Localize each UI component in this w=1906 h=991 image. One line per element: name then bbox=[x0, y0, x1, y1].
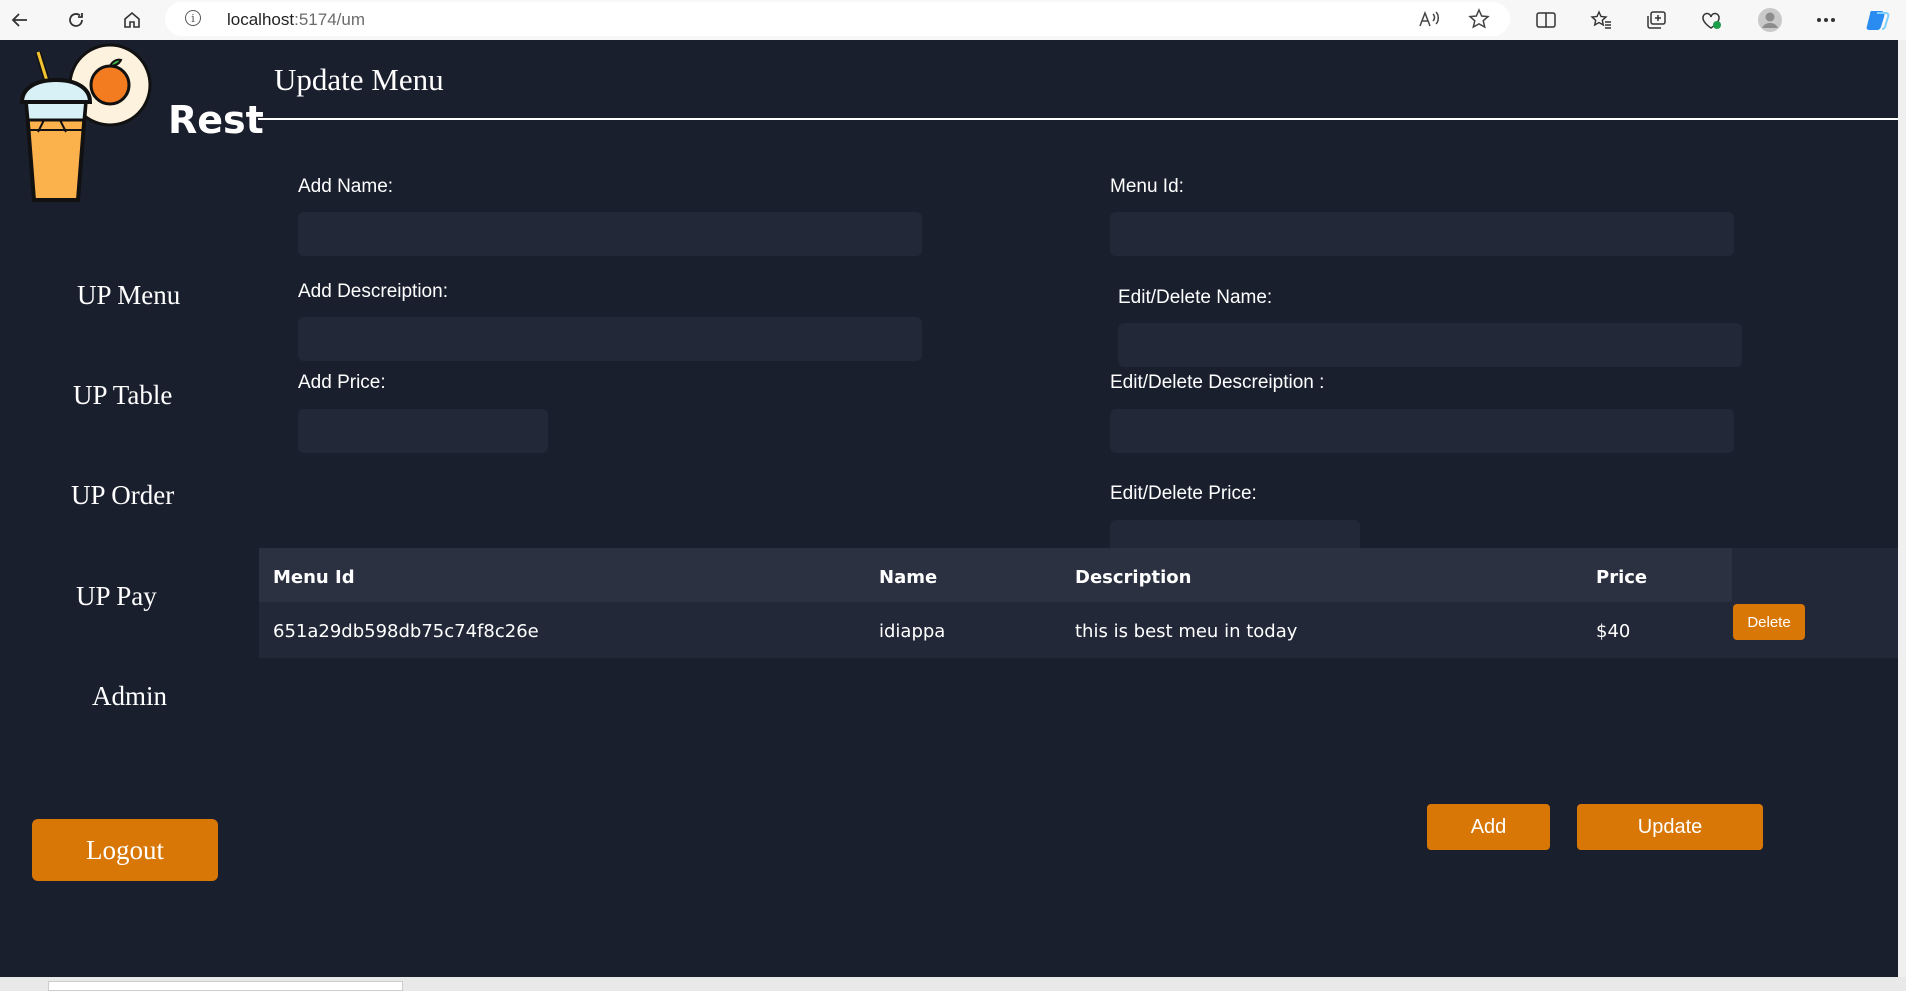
page-title: Update Menu bbox=[274, 62, 444, 97]
add-name-label: Add Name: bbox=[298, 176, 394, 197]
collections-icon[interactable] bbox=[1642, 6, 1670, 34]
browser-essentials-icon[interactable] bbox=[1697, 6, 1725, 34]
add-button[interactable]: Add bbox=[1427, 804, 1550, 850]
logout-button[interactable]: Logout bbox=[32, 819, 218, 881]
split-screen-icon[interactable] bbox=[1532, 6, 1560, 34]
back-icon[interactable] bbox=[6, 6, 34, 34]
column-header-menu-id: Menu Id bbox=[273, 567, 355, 588]
column-header-price: Price bbox=[1596, 567, 1648, 588]
add-price-input[interactable] bbox=[298, 409, 548, 453]
add-description-label: Add Descreiption: bbox=[298, 281, 448, 302]
more-options-icon[interactable] bbox=[1812, 6, 1840, 34]
favorites-icon[interactable] bbox=[1587, 6, 1615, 34]
update-button[interactable]: Update bbox=[1577, 804, 1763, 850]
refresh-icon[interactable] bbox=[62, 6, 90, 34]
vertical-scrollbar[interactable] bbox=[1898, 40, 1906, 977]
horizontal-scrollbar-thumb[interactable] bbox=[48, 981, 403, 991]
title-divider bbox=[258, 118, 1898, 120]
table-header bbox=[259, 548, 1732, 602]
cell-menu-id: 651a29db598db75c74f8c26e bbox=[273, 621, 539, 642]
brand-name: Rest bbox=[168, 98, 264, 142]
info-icon[interactable]: i bbox=[185, 10, 201, 26]
read-aloud-icon[interactable] bbox=[1415, 5, 1443, 33]
copilot-icon[interactable] bbox=[1864, 6, 1892, 34]
home-icon[interactable] bbox=[118, 6, 146, 34]
menu-id-input[interactable] bbox=[1110, 212, 1734, 256]
column-header-name: Name bbox=[879, 567, 938, 588]
edit-description-input[interactable] bbox=[1110, 409, 1734, 453]
sidebar-item-admin[interactable]: Admin bbox=[92, 681, 167, 712]
cell-name: idiappa bbox=[879, 621, 946, 642]
edit-description-label: Edit/Delete Descreiption : bbox=[1110, 372, 1325, 393]
column-header-description: Description bbox=[1075, 567, 1192, 588]
edit-name-input[interactable] bbox=[1118, 323, 1742, 367]
add-description-input[interactable] bbox=[298, 317, 922, 361]
favorite-star-icon[interactable] bbox=[1465, 5, 1493, 33]
sidebar-item-up-order[interactable]: UP Order bbox=[71, 480, 174, 511]
sidebar-item-up-pay[interactable]: UP Pay bbox=[76, 581, 157, 612]
juice-logo-icon bbox=[20, 43, 152, 202]
edit-name-label: Edit/Delete Name: bbox=[1118, 287, 1273, 308]
sidebar-item-up-menu[interactable]: UP Menu bbox=[77, 280, 180, 311]
cell-price: $40 bbox=[1596, 621, 1631, 642]
menu-id-label: Menu Id: bbox=[1110, 176, 1184, 197]
url-text: localhost:5174/um bbox=[227, 10, 365, 29]
edit-price-label: Edit/Delete Price: bbox=[1110, 483, 1257, 504]
add-price-label: Add Price: bbox=[298, 372, 386, 393]
browser-toolbar: i localhost:5174/um bbox=[0, 0, 1906, 40]
add-name-input[interactable] bbox=[298, 212, 922, 256]
delete-button[interactable]: Delete bbox=[1733, 604, 1805, 640]
cell-description: this is best meu in today bbox=[1075, 621, 1298, 642]
address-bar[interactable]: i localhost:5174/um bbox=[165, 2, 1510, 36]
sidebar-item-up-table[interactable]: UP Table bbox=[73, 380, 172, 411]
profile-avatar-icon[interactable] bbox=[1756, 6, 1784, 34]
